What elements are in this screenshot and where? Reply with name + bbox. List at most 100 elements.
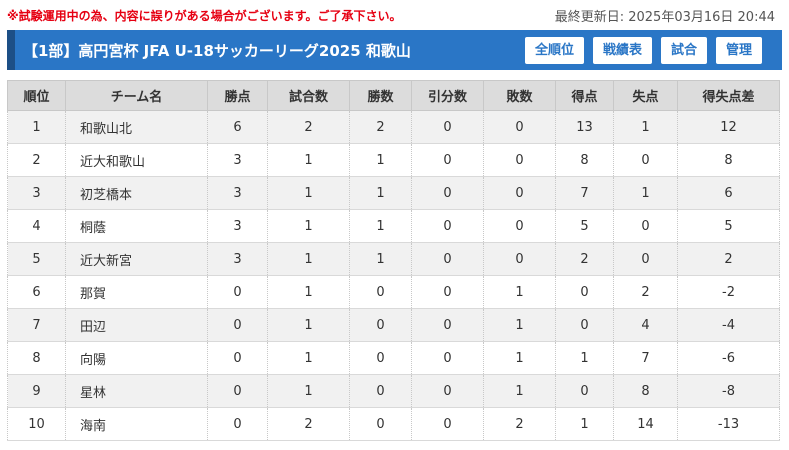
losses-cell: 1: [483, 374, 556, 408]
draws-cell: 0: [411, 341, 484, 375]
goals-against-cell: 1: [613, 110, 678, 144]
goals-for-cell: 2: [555, 242, 614, 276]
rank-cell: 6: [7, 275, 66, 309]
goals-for-cell: 1: [555, 407, 614, 441]
points-cell: 0: [207, 308, 268, 342]
points-cell: 6: [207, 110, 268, 144]
goal-diff-cell: 6: [677, 176, 780, 210]
losses-cell: 2: [483, 407, 556, 441]
played-cell: 1: [267, 209, 350, 243]
table-row: 9 星林 0 1 0 0 1 0 8 -8: [7, 374, 780, 408]
points-cell: 0: [207, 275, 268, 309]
goals-against-cell: 4: [613, 308, 678, 342]
goals-against-cell: 14: [613, 407, 678, 441]
rank-cell: 2: [7, 143, 66, 177]
team-name-cell: 田辺: [65, 308, 208, 342]
standings-button[interactable]: 全順位: [524, 37, 584, 64]
team-name-cell: 星林: [65, 374, 208, 408]
played-cell: 2: [267, 407, 350, 441]
goals-against-cell: 1: [613, 176, 678, 210]
table-row: 6 那賀 0 1 0 0 1 0 2 -2: [7, 275, 780, 309]
col-goals-for: 得点: [555, 80, 614, 111]
col-losses: 敗数: [483, 80, 556, 111]
wins-cell: 1: [349, 143, 412, 177]
col-goal-diff: 得失点差: [677, 80, 780, 111]
col-played: 試合数: [267, 80, 350, 111]
trial-notice: ※試験運用中の為、内容に誤りがある場合がございます。ご了承下さい。: [7, 9, 402, 23]
notice-bar: ※試験運用中の為、内容に誤りがある場合がございます。ご了承下さい。 最終更新日:…: [0, 0, 789, 30]
draws-cell: 0: [411, 110, 484, 144]
table-row: 5 近大新宮 3 1 1 0 0 2 0 2: [7, 242, 780, 276]
goals-against-cell: 0: [613, 242, 678, 276]
goal-diff-cell: 5: [677, 209, 780, 243]
goals-for-cell: 0: [555, 374, 614, 408]
losses-cell: 0: [483, 209, 556, 243]
col-rank: 順位: [7, 80, 66, 111]
points-cell: 0: [207, 374, 268, 408]
rank-cell: 10: [7, 407, 66, 441]
losses-cell: 1: [483, 308, 556, 342]
table-row: 2 近大和歌山 3 1 1 0 0 8 0 8: [7, 143, 780, 177]
points-cell: 0: [207, 407, 268, 441]
goals-for-cell: 0: [555, 275, 614, 309]
team-name-cell: 那賀: [65, 275, 208, 309]
losses-cell: 0: [483, 143, 556, 177]
wins-cell: 1: [349, 176, 412, 210]
draws-cell: 0: [411, 275, 484, 309]
points-cell: 3: [207, 209, 268, 243]
losses-cell: 1: [483, 275, 556, 309]
played-cell: 2: [267, 110, 350, 144]
losses-cell: 1: [483, 341, 556, 375]
team-name-cell: 桐蔭: [65, 209, 208, 243]
draws-cell: 0: [411, 242, 484, 276]
goal-diff-cell: -6: [677, 341, 780, 375]
rank-cell: 1: [7, 110, 66, 144]
col-wins: 勝数: [349, 80, 412, 111]
points-cell: 0: [207, 341, 268, 375]
admin-button[interactable]: 管理: [715, 37, 762, 64]
wins-cell: 0: [349, 308, 412, 342]
goal-diff-cell: 2: [677, 242, 780, 276]
standings-table: 順位 チーム名 勝点 試合数 勝数 引分数 敗数 得点 失点 得失点差 1 和歌…: [7, 80, 780, 441]
losses-cell: 0: [483, 242, 556, 276]
goals-for-cell: 8: [555, 143, 614, 177]
table-row: 7 田辺 0 1 0 0 1 0 4 -4: [7, 308, 780, 342]
team-name-cell: 海南: [65, 407, 208, 441]
table-header-row: 順位 チーム名 勝点 試合数 勝数 引分数 敗数 得点 失点 得失点差: [7, 80, 780, 111]
wins-cell: 2: [349, 110, 412, 144]
played-cell: 1: [267, 275, 350, 309]
played-cell: 1: [267, 242, 350, 276]
goals-against-cell: 0: [613, 209, 678, 243]
losses-cell: 0: [483, 110, 556, 144]
played-cell: 1: [267, 143, 350, 177]
wins-cell: 0: [349, 374, 412, 408]
rank-cell: 8: [7, 341, 66, 375]
col-team: チーム名: [65, 80, 208, 111]
goal-diff-cell: 8: [677, 143, 780, 177]
goals-for-cell: 13: [555, 110, 614, 144]
draws-cell: 0: [411, 374, 484, 408]
played-cell: 1: [267, 374, 350, 408]
rank-cell: 7: [7, 308, 66, 342]
results-grid-button[interactable]: 戦績表: [592, 37, 652, 64]
matches-button[interactable]: 試合: [660, 37, 707, 64]
table-row: 4 桐蔭 3 1 1 0 0 5 0 5: [7, 209, 780, 243]
wins-cell: 1: [349, 242, 412, 276]
goal-diff-cell: -8: [677, 374, 780, 408]
goals-against-cell: 7: [613, 341, 678, 375]
wins-cell: 0: [349, 275, 412, 309]
goals-for-cell: 5: [555, 209, 614, 243]
page-title: 【1部】高円宮杯 JFA U-18サッカーリーグ2025 和歌山: [23, 42, 411, 60]
draws-cell: 0: [411, 407, 484, 441]
rank-cell: 4: [7, 209, 66, 243]
team-name-cell: 初芝橋本: [65, 176, 208, 210]
losses-cell: 0: [483, 176, 556, 210]
last-updated: 最終更新日: 2025年03月16日 20:44: [554, 10, 775, 25]
played-cell: 1: [267, 176, 350, 210]
goals-against-cell: 0: [613, 143, 678, 177]
played-cell: 1: [267, 341, 350, 375]
nav-buttons: 全順位 戦績表 試合 管理: [524, 37, 762, 64]
rank-cell: 5: [7, 242, 66, 276]
rank-cell: 9: [7, 374, 66, 408]
points-cell: 3: [207, 242, 268, 276]
